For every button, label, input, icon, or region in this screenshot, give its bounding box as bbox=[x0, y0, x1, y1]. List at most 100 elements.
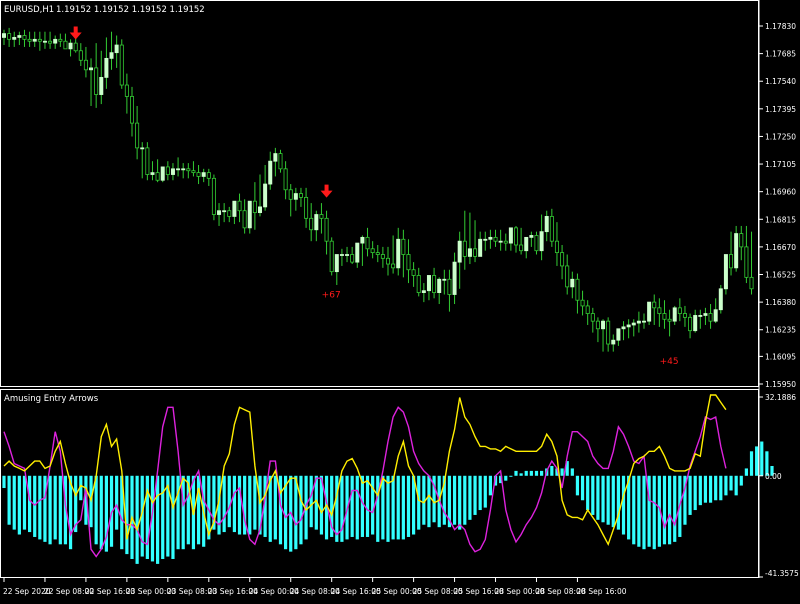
candle-body bbox=[426, 275, 431, 292]
candle-body bbox=[718, 288, 723, 311]
histogram-bar bbox=[309, 475, 313, 528]
candle-body bbox=[319, 214, 324, 219]
candle-body bbox=[611, 339, 616, 345]
candle-body bbox=[432, 275, 437, 293]
histogram-bar bbox=[2, 475, 6, 489]
histogram-bar bbox=[222, 475, 226, 533]
candle-body bbox=[539, 231, 544, 252]
histogram-bar bbox=[621, 475, 626, 535]
candle-body bbox=[334, 254, 339, 273]
candle-body bbox=[560, 252, 565, 267]
histogram-bar bbox=[550, 465, 554, 476]
candle-body bbox=[22, 35, 27, 40]
candle-body bbox=[186, 168, 191, 172]
quote-values: 1.19152 1.19152 1.19152 1.19152 bbox=[56, 5, 205, 15]
histogram-bar bbox=[637, 475, 641, 547]
histogram-bar bbox=[12, 475, 16, 530]
histogram-bar bbox=[708, 475, 713, 503]
candle-body bbox=[165, 166, 170, 175]
candle-body bbox=[524, 236, 529, 252]
candle-body bbox=[78, 50, 83, 61]
candle-body bbox=[621, 326, 626, 330]
histogram-bar bbox=[524, 470, 528, 476]
candle-body bbox=[114, 44, 119, 54]
histogram-bar bbox=[58, 475, 62, 545]
histogram-bar bbox=[662, 475, 667, 545]
histogram-bar bbox=[560, 468, 564, 476]
histogram-bar bbox=[391, 475, 395, 540]
candle-body bbox=[549, 216, 554, 242]
candle-body bbox=[467, 248, 472, 257]
symbol-label: EURUSD,H1 bbox=[4, 5, 54, 15]
candle-body bbox=[442, 278, 447, 281]
candle-body bbox=[519, 244, 524, 252]
histogram-bar bbox=[227, 475, 231, 528]
candle-body bbox=[380, 254, 385, 259]
candle-body bbox=[293, 193, 298, 200]
histogram-bar bbox=[688, 475, 692, 515]
histogram-bar bbox=[360, 475, 364, 537]
histogram-bar bbox=[744, 468, 748, 476]
histogram-bar bbox=[749, 451, 754, 476]
candle-body bbox=[396, 238, 401, 269]
candle-body bbox=[268, 160, 273, 185]
candle-body bbox=[196, 172, 201, 177]
candle-body bbox=[355, 242, 360, 263]
candle-body bbox=[452, 261, 457, 295]
price-tick-label: 1.17250 bbox=[765, 132, 796, 141]
candle-body bbox=[17, 35, 22, 38]
histogram-bar bbox=[371, 475, 375, 535]
candle-body bbox=[242, 210, 247, 229]
histogram-bar bbox=[294, 475, 298, 550]
candle-body bbox=[170, 168, 175, 175]
candle-body bbox=[181, 168, 186, 171]
histogram-bar bbox=[575, 475, 580, 496]
histogram-bar bbox=[156, 475, 160, 564]
candle-body bbox=[237, 200, 242, 212]
candle-body bbox=[723, 254, 728, 290]
candle-body bbox=[544, 216, 549, 233]
candle-body bbox=[688, 316, 693, 332]
price-tick-label: 1.15950 bbox=[765, 380, 796, 389]
candle-body bbox=[211, 177, 216, 215]
histogram-bar bbox=[760, 441, 764, 476]
candle-body bbox=[647, 301, 652, 322]
histogram-bar bbox=[401, 475, 405, 540]
candle-body bbox=[283, 168, 288, 191]
histogram-bar bbox=[33, 475, 37, 537]
price-tick-label: 1.16380 bbox=[765, 298, 796, 307]
histogram-bar bbox=[719, 475, 723, 501]
indicator-level-label: 32.1886 bbox=[765, 393, 796, 402]
histogram-bar bbox=[176, 475, 180, 550]
candle-body bbox=[288, 189, 293, 200]
candle-body bbox=[217, 210, 222, 215]
histogram-bar bbox=[724, 475, 728, 496]
histogram-bar bbox=[115, 475, 119, 530]
candle-body bbox=[693, 315, 698, 332]
histogram-bar bbox=[145, 475, 149, 559]
candle-body bbox=[575, 278, 580, 301]
candle-body bbox=[375, 252, 380, 255]
indicator-level-label: 0.00 bbox=[765, 472, 782, 481]
histogram-bar bbox=[386, 475, 390, 542]
candle-body bbox=[176, 168, 181, 171]
price-tick-label: 1.16525 bbox=[765, 271, 796, 280]
histogram-bar bbox=[463, 475, 467, 525]
candle-body bbox=[324, 217, 329, 242]
candle-body bbox=[42, 40, 47, 43]
candle-body bbox=[652, 301, 657, 309]
histogram-bar bbox=[529, 470, 533, 476]
histogram-bar bbox=[734, 475, 738, 496]
candle-body bbox=[68, 42, 73, 50]
histogram-bar bbox=[99, 475, 103, 550]
price-tick-label: 1.17685 bbox=[765, 50, 796, 59]
histogram-bar bbox=[171, 475, 175, 559]
candle-body bbox=[278, 153, 283, 170]
price-tick-label: 1.17105 bbox=[765, 160, 796, 169]
candle-body bbox=[345, 254, 350, 256]
candle-body bbox=[247, 200, 252, 229]
candle-body bbox=[94, 67, 99, 95]
candle-body bbox=[129, 96, 134, 124]
candle-body bbox=[606, 320, 611, 345]
histogram-bar bbox=[350, 475, 354, 537]
